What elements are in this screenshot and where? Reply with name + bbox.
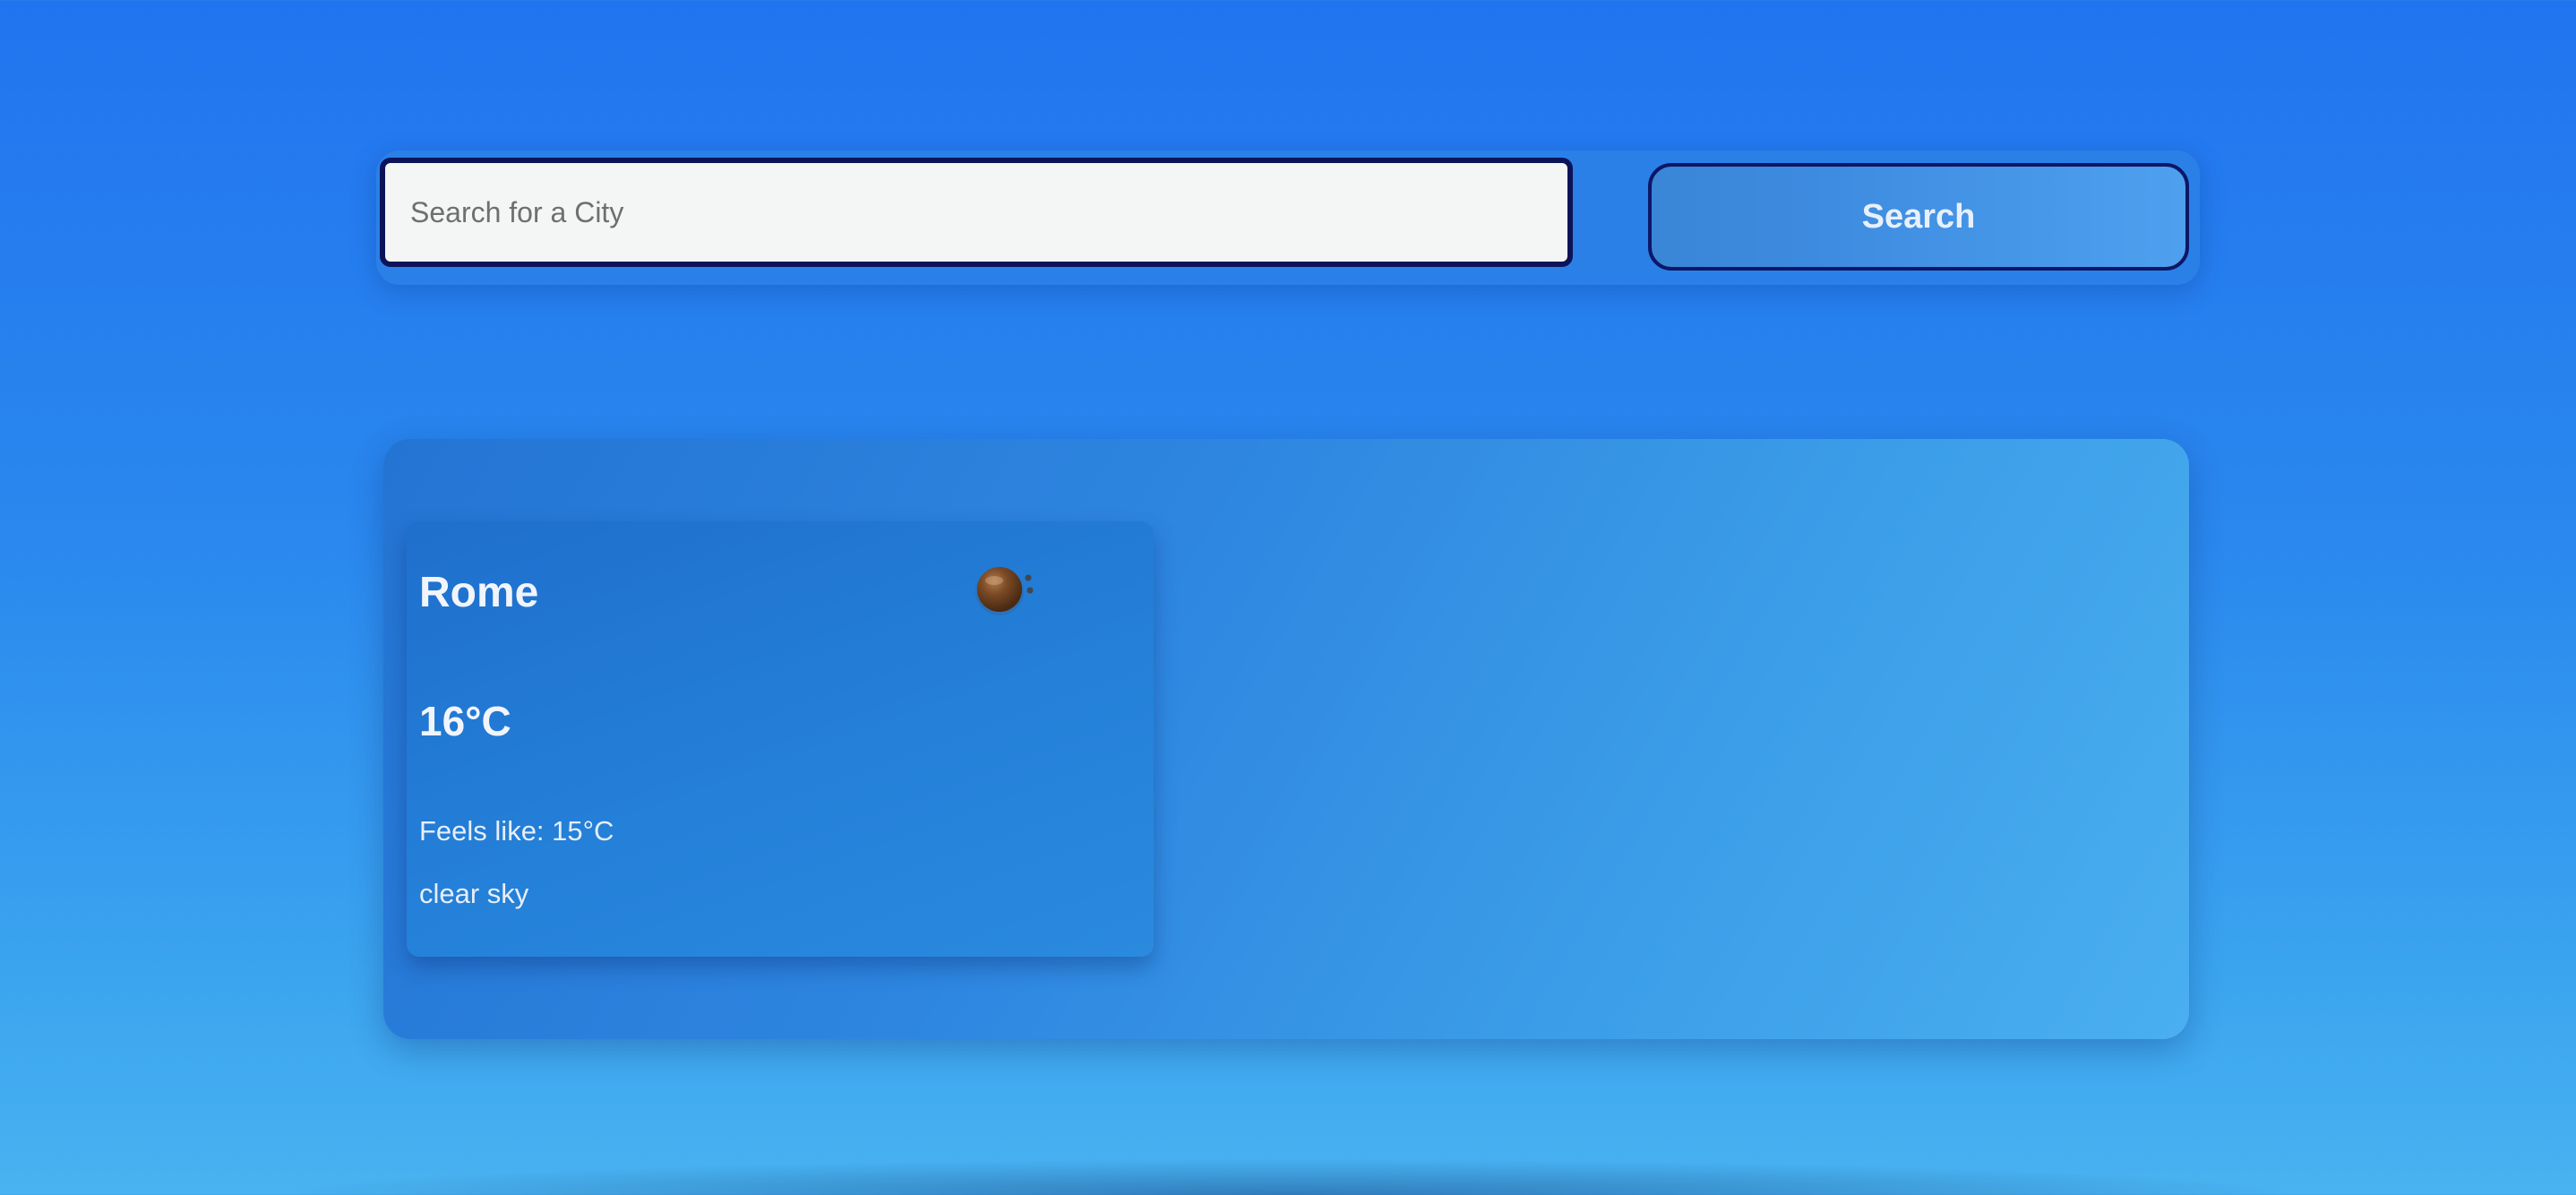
feels-like: Feels like: 15°C — [419, 815, 614, 847]
results-panel: Rome 16°C Feels like: 15°C clear sky — [383, 439, 2189, 1039]
clear-sky-icon — [973, 559, 1035, 622]
bottom-shadow — [269, 1159, 2307, 1195]
search-bar: Search — [376, 150, 2200, 285]
city-name: Rome — [419, 569, 539, 616]
weather-description: clear sky — [419, 878, 529, 909]
feels-like-value: 15°C — [552, 815, 614, 847]
weather-app: Search Rome — [0, 0, 2576, 1195]
temperature: 16°C — [419, 698, 511, 744]
feels-like-label: Feels like: — [419, 815, 553, 847]
search-button[interactable]: Search — [1648, 163, 2189, 271]
search-input[interactable] — [380, 158, 1573, 267]
weather-card: Rome 16°C Feels like: 15°C clear sky — [407, 521, 1154, 957]
